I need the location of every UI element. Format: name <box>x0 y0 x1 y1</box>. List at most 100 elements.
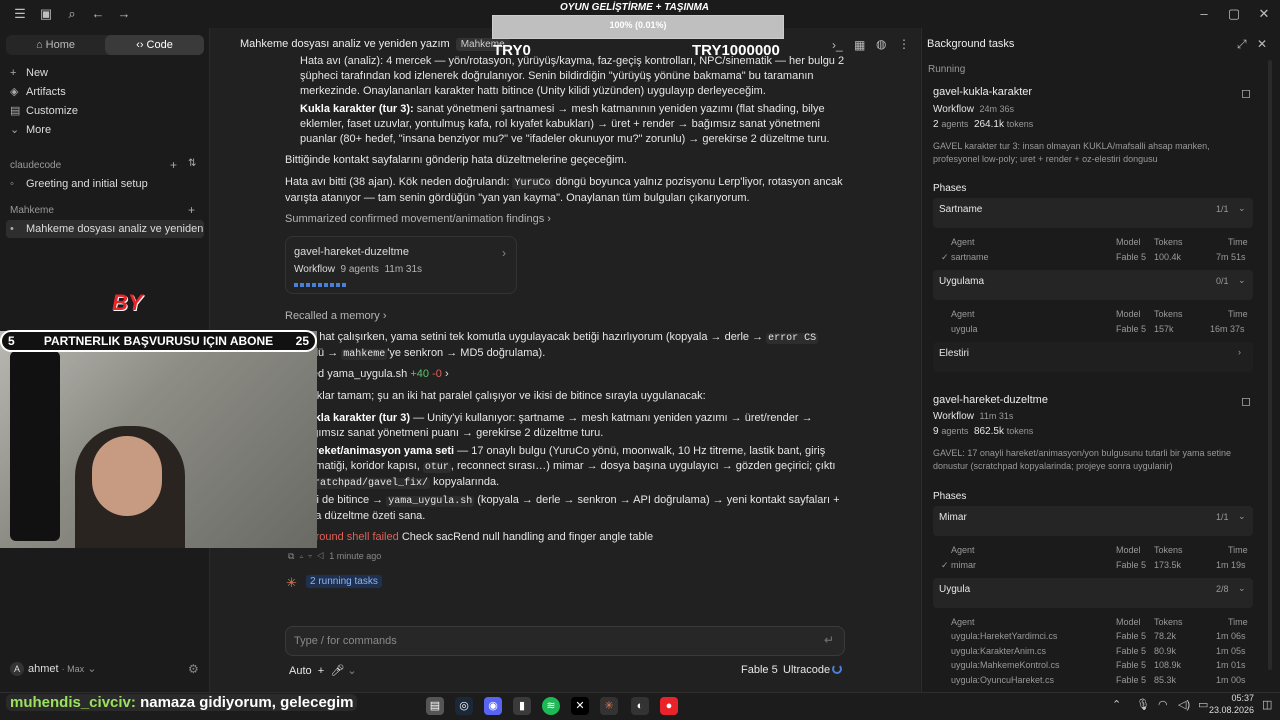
maximize-icon[interactable]: ▢ <box>1226 6 1242 22</box>
task-name[interactable]: gavel-hareket-duzeltme <box>933 394 1048 406</box>
speaker-icon[interactable]: ◁ <box>317 551 324 561</box>
send-icon[interactable]: ↵ <box>824 633 834 647</box>
panel-title: Background tasks <box>927 38 1015 50</box>
filter-icon[interactable]: ⇅ <box>188 158 196 169</box>
task-name[interactable]: gavel-kukla-karakter <box>933 86 1032 98</box>
wifi-icon[interactable]: ◠ <box>1158 698 1168 711</box>
banner-right-count: 25 <box>295 334 309 348</box>
task-agents-word: agents <box>941 426 969 436</box>
close-icon[interactable]: ✕ <box>1257 37 1267 51</box>
folder-app-icon[interactable]: ▤ <box>426 697 444 715</box>
record-app-icon[interactable]: ● <box>660 697 678 715</box>
command-input[interactable]: Type / for commands <box>285 626 845 656</box>
phase-count: 1/1 <box>1216 512 1229 522</box>
obs-app-icon[interactable]: ◐ <box>631 697 649 715</box>
stop-task-icon[interactable]: ◻ <box>1241 86 1251 100</box>
notification-icon[interactable]: ◫ <box>1262 698 1272 711</box>
banner-left-count: 5 <box>8 334 15 348</box>
x-app-icon[interactable]: ✕ <box>571 697 589 715</box>
model-selector[interactable]: Fable 5 <box>741 664 778 676</box>
home-tab[interactable]: ⌂ Home <box>6 35 105 55</box>
col-time: Time <box>1228 309 1248 319</box>
artifacts-label: Artifacts <box>26 86 66 98</box>
volume-icon[interactable]: ◁) <box>1178 698 1190 711</box>
created-file-row[interactable]: Created yama_uygula.sh +40 -0 › <box>285 367 845 382</box>
chat-text: namaza gidiyorum, gelecegim <box>140 694 354 711</box>
col-tokens: Tokens <box>1154 545 1183 555</box>
phase-elestiri[interactable] <box>933 342 1253 372</box>
close-window-icon[interactable]: ✕ <box>1256 6 1272 22</box>
customize-label: Customize <box>26 105 78 117</box>
steam-app-icon[interactable]: ◎ <box>455 697 473 715</box>
task-kind: Workflow <box>933 411 974 422</box>
notes-app-icon[interactable]: ▮ <box>513 697 531 715</box>
running-label: Running <box>928 64 966 75</box>
summary-toggle[interactable]: Summarized confirmed movement/animation … <box>285 212 845 227</box>
lines-removed: -0 <box>432 368 442 380</box>
terminal-icon[interactable]: ›_ <box>832 38 843 52</box>
new-label: New <box>26 67 49 79</box>
menu-icon[interactable]: ☰ <box>12 6 28 22</box>
paragraph-bittiginde: Bittiğinde kontakt sayfalarını gönderip … <box>285 154 627 166</box>
effort-selector[interactable]: Ultracode <box>783 664 830 676</box>
card-progress-dots <box>294 283 348 287</box>
clock[interactable]: 05:37 <box>1214 693 1254 703</box>
list-item-kukla: Kukla karakter (tur 3) — Unity'yi kullan… <box>300 411 845 441</box>
shell-failed-row[interactable]: Background shell failed Check sacRend nu… <box>285 530 845 545</box>
plus-icon[interactable]: + <box>318 665 324 677</box>
auto-mode[interactable]: Auto + 🎤︎ ⌄ <box>289 664 357 677</box>
back-arrow-icon[interactable]: ← <box>90 6 106 22</box>
lines-added: +40 <box>410 368 430 380</box>
avatar[interactable]: A <box>10 662 24 676</box>
phase-mimar[interactable] <box>933 506 1253 536</box>
spotify-app-icon[interactable]: ≋ <box>542 697 560 715</box>
more-options-icon[interactable]: ⋮ <box>898 37 910 51</box>
task-tokens-word: tokens <box>1006 426 1034 436</box>
new-button[interactable]: + New <box>10 64 48 82</box>
phase-uygula[interactable] <box>933 578 1253 608</box>
running-tasks-badge[interactable]: 2 running tasks <box>306 575 382 588</box>
recalled-memory-toggle[interactable]: Recalled a memory › <box>285 309 845 324</box>
user-menu[interactable]: ahmet · Max ⌄ <box>28 660 96 678</box>
agent-row-tokens: 108.9k <box>1154 660 1182 670</box>
mic-icon[interactable]: 🎤︎ <box>330 665 344 677</box>
mic-tray-icon[interactable]: 🎙︎ <box>1136 698 1150 711</box>
copy-icon[interactable]: ⧉ <box>288 551 294 561</box>
chevron-right-icon: › <box>547 213 551 225</box>
sidebar-toggle-icon[interactable]: ▣ <box>38 6 54 22</box>
add-session-icon[interactable]: + <box>170 158 177 172</box>
claude-app-icon[interactable]: ✳ <box>600 697 618 715</box>
task-description: GAVEL: 17 onayli hareket/animasyon/yon b… <box>933 448 1232 471</box>
task-time: 24m 36s <box>979 104 1015 114</box>
bullet-icon: ◦ <box>10 178 14 190</box>
customize-link[interactable]: ▤ Customize <box>10 102 78 120</box>
minimize-icon[interactable]: – <box>1196 6 1212 22</box>
l2-text-c: kopyalarında. <box>430 476 500 488</box>
thumbs-up-icon[interactable]: ▵ <box>299 551 303 561</box>
l2-text-b: , reconnect sırası…) mimar → dosya başın… <box>450 460 836 472</box>
session-item-greeting[interactable]: ◦ Greeting and initial setup <box>10 175 148 193</box>
agent-row-model: Fable 5 <box>1116 560 1147 570</box>
settings-icon[interactable]: ⚙ <box>188 662 199 676</box>
agent-row-time: 1m 01s <box>1216 660 1246 670</box>
date[interactable]: 23.08.2026 <box>1206 705 1254 715</box>
search-icon[interactable]: ⌕ <box>64 6 80 22</box>
code-tab[interactable]: ‹› Code <box>105 35 204 55</box>
artifacts-link[interactable]: ◈ Artifacts <box>10 83 66 101</box>
task-description: GAVEL karakter tur 3: insan olmayan KUKL… <box>933 141 1210 164</box>
more-link[interactable]: ⌄ More <box>10 121 51 139</box>
expand-icon[interactable]: ⤢ <box>1237 37 1247 52</box>
stop-task-icon[interactable]: ◻ <box>1241 394 1251 408</box>
col-model: Model <box>1116 545 1141 555</box>
add-project-session-icon[interactable]: + <box>188 203 195 217</box>
forward-arrow-icon[interactable]: → <box>116 6 132 22</box>
col-tokens: Tokens <box>1154 617 1183 627</box>
globe-icon[interactable]: ◍ <box>876 37 886 51</box>
tray-chevron-icon[interactable]: ⌃ <box>1112 698 1121 711</box>
agent-row-model: Fable 5 <box>1116 631 1147 641</box>
session-item-mahkeme[interactable]: • Mahkeme dosyası analiz ve yeniden ya <box>6 220 204 238</box>
panel-scrollbar[interactable] <box>1268 60 1272 670</box>
discord-app-icon[interactable]: ◉ <box>484 697 502 715</box>
panel-icon[interactable]: ▦ <box>854 38 865 52</box>
thumbs-down-icon[interactable]: ▿ <box>308 551 312 561</box>
